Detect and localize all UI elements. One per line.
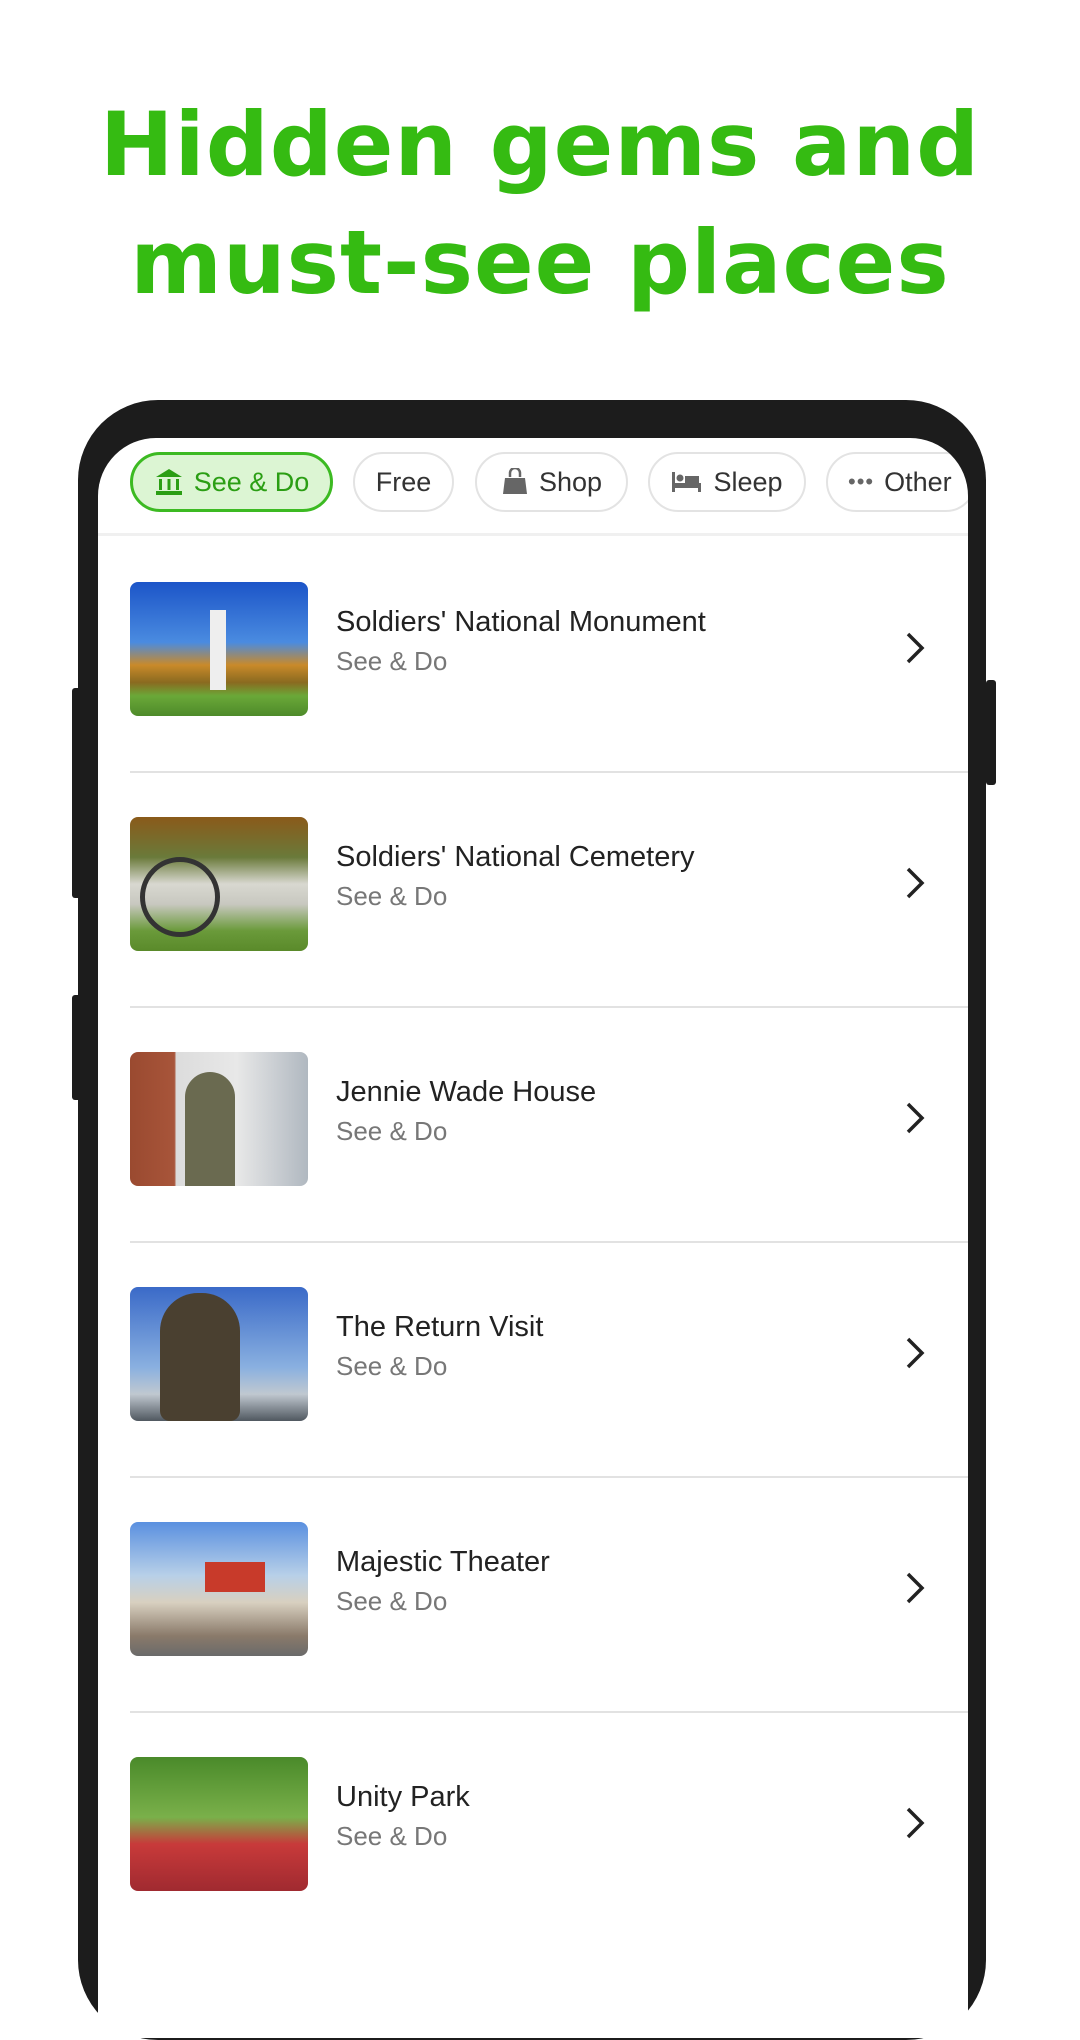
- filter-chip-label: Other: [884, 466, 952, 497]
- filter-chip-shop[interactable]: Shop: [475, 452, 628, 512]
- place-title: Unity Park: [336, 1781, 470, 1813]
- place-title: Soldiers' National Monument: [336, 606, 706, 638]
- filter-chip-label: Sleep: [713, 466, 783, 497]
- list-item[interactable]: Soldiers' National Cemetery See & Do: [98, 773, 968, 1008]
- filter-chip-free[interactable]: Free: [353, 452, 454, 512]
- place-category: See & Do: [336, 646, 448, 676]
- list-item[interactable]: The Return Visit See & Do: [98, 1243, 968, 1478]
- place-thumbnail: [130, 582, 308, 716]
- filter-divider: [98, 533, 968, 536]
- place-category: See & Do: [336, 1116, 448, 1146]
- bed-icon: [672, 472, 702, 492]
- list-item[interactable]: Jennie Wade House See & Do: [98, 1008, 968, 1243]
- place-thumbnail: [130, 817, 308, 951]
- place-thumbnail: [130, 1757, 308, 1891]
- place-category: See & Do: [336, 1586, 448, 1616]
- phone-power-button: [986, 680, 996, 785]
- list-item[interactable]: Majestic Theater See & Do: [98, 1478, 968, 1713]
- phone-side-button: [72, 995, 82, 1100]
- chevron-right-icon: [906, 632, 925, 664]
- chevron-right-icon: [906, 1102, 925, 1134]
- place-thumbnail: [130, 1522, 308, 1656]
- chevron-right-icon: [906, 867, 925, 899]
- list-item[interactable]: Unity Park See & Do: [98, 1713, 968, 1948]
- filter-chip-sleep[interactable]: Sleep: [648, 452, 806, 512]
- chevron-right-icon: [906, 1572, 925, 1604]
- place-title: Soldiers' National Cemetery: [336, 841, 695, 873]
- chevron-right-icon: [906, 1337, 925, 1369]
- filter-chip-label: Shop: [538, 466, 603, 497]
- museum-icon: [155, 469, 182, 495]
- headline-line-2: must-see places: [130, 211, 950, 314]
- shopping-bag-icon: [502, 468, 527, 494]
- chevron-right-icon: [906, 1807, 925, 1839]
- place-thumbnail: [130, 1287, 308, 1421]
- place-category: See & Do: [336, 881, 448, 911]
- more-dots-icon: •••: [848, 469, 875, 494]
- filter-chip-other[interactable]: ••• Other: [826, 452, 968, 512]
- place-category: See & Do: [336, 1821, 448, 1851]
- headline: Hidden gems and must-see places: [0, 86, 1080, 322]
- list-item[interactable]: Soldiers' National Monument See & Do: [98, 538, 968, 773]
- place-category: See & Do: [336, 1351, 448, 1381]
- place-thumbnail: [130, 1052, 308, 1186]
- headline-line-1: Hidden gems and: [99, 93, 981, 196]
- filter-chip-label: See & Do: [193, 466, 310, 497]
- place-title: Majestic Theater: [336, 1546, 550, 1578]
- place-title: The Return Visit: [336, 1311, 544, 1343]
- place-title: Jennie Wade House: [336, 1076, 597, 1108]
- filter-chips[interactable]: See & Do Free Shop Sleep ••• Other: [98, 452, 968, 516]
- filter-chip-label: Free: [375, 466, 432, 497]
- phone-volume-button: [72, 688, 82, 898]
- filter-chip-see-do[interactable]: See & Do: [130, 452, 333, 512]
- app-screen: See & Do Free Shop Sleep ••• Other Soldi…: [98, 438, 968, 2038]
